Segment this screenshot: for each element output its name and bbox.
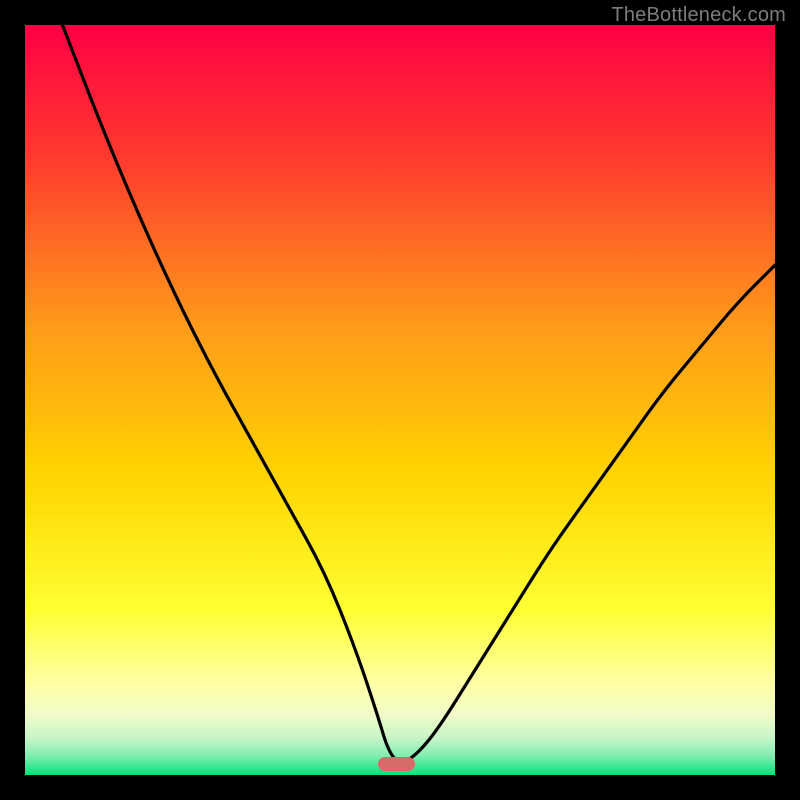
chart-canvas: TheBottleneck.com	[0, 0, 800, 800]
plot-area	[25, 25, 775, 775]
bottleneck-curve	[25, 25, 775, 775]
optimum-marker	[378, 757, 416, 771]
watermark-text: TheBottleneck.com	[611, 4, 786, 27]
